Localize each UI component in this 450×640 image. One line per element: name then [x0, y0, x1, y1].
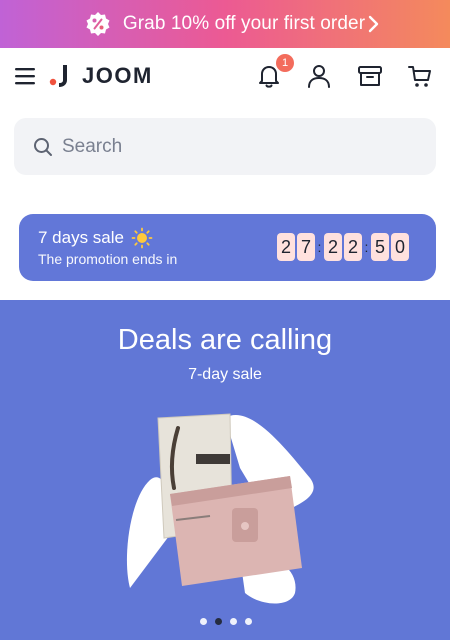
timer-digit: 2: [324, 233, 342, 261]
joom-logo-mark: [48, 63, 70, 89]
hero-title: Deals are calling: [117, 324, 333, 356]
timer-digit: 2: [344, 233, 362, 261]
archive-box-icon[interactable]: [356, 62, 384, 90]
carousel-dot[interactable]: [245, 618, 252, 625]
joom-logo[interactable]: JOOM: [48, 62, 153, 90]
sale-title: 7 days sale: [38, 228, 124, 247]
timer-digit: 7: [297, 233, 315, 261]
menu-icon[interactable]: [14, 65, 38, 87]
countdown-timer: 2 7 : 2 2 : 5 0: [277, 233, 411, 261]
user-icon[interactable]: [305, 62, 333, 90]
sale-subtitle: The promotion ends in: [38, 251, 178, 267]
search-icon: [32, 136, 54, 158]
logo-text: JOOM: [82, 63, 153, 88]
promo-bar[interactable]: Grab 10% off your first order: [0, 0, 450, 48]
timer-digit: 0: [391, 233, 409, 261]
promo-text: Grab 10% off your first order: [122, 13, 366, 34]
sale-countdown-banner[interactable]: 7 days sale The promotion ends in 2 7 : …: [19, 214, 436, 281]
percent-badge-icon: [85, 11, 111, 37]
deals-hero-banner[interactable]: Deals are calling 7-day sale: [0, 300, 450, 640]
app-header: JOOM 1: [0, 48, 450, 106]
sun-icon: [131, 227, 153, 249]
wallet-product-image: [126, 413, 314, 604]
search-bar[interactable]: [14, 118, 436, 175]
chevron-right-icon[interactable]: [362, 13, 384, 35]
timer-separator: :: [364, 239, 369, 255]
hero-subtitle: 7-day sale: [188, 366, 262, 383]
search-input[interactable]: [62, 135, 402, 158]
carousel-dot-active[interactable]: [215, 618, 222, 625]
carousel-dot[interactable]: [230, 618, 237, 625]
cart-icon[interactable]: [406, 62, 434, 90]
timer-digit: 5: [371, 233, 389, 261]
timer-digit: 2: [277, 233, 295, 261]
timer-separator: :: [317, 239, 322, 255]
notification-badge: 1: [276, 54, 294, 72]
carousel-dots[interactable]: [200, 618, 260, 625]
carousel-dot[interactable]: [200, 618, 207, 625]
